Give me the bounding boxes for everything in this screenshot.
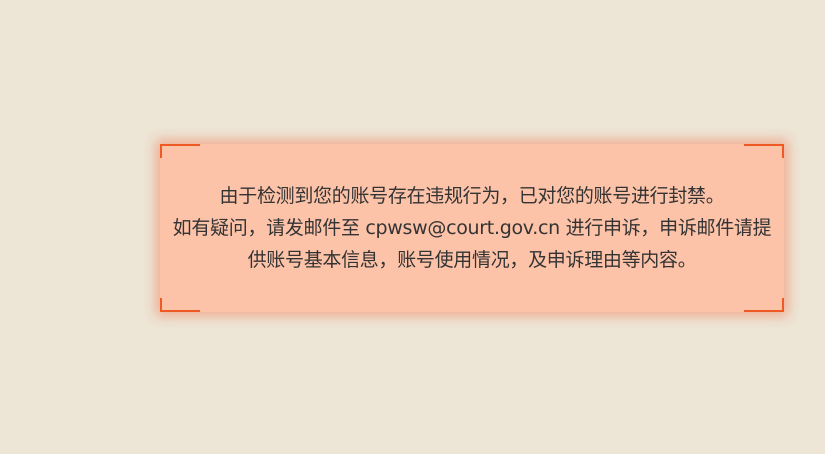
corner-bracket-top-right: [744, 144, 784, 158]
account-ban-notice: 由于检测到您的账号存在违规行为，已对您的账号进行封禁。 如有疑问，请发邮件至 c…: [160, 144, 784, 312]
corner-bracket-top-left: [160, 144, 200, 158]
corner-bracket-bottom-left: [160, 298, 200, 312]
notice-line-ban-message: 由于检测到您的账号存在违规行为，已对您的账号进行封禁。: [219, 185, 725, 207]
notice-line-appeal-email: 如有疑问，请发邮件至 cpwsw@court.gov.cn 进行申诉，申诉邮件请…: [172, 217, 772, 239]
notice-line-appeal-content: 供账号基本信息，账号使用情况，及申诉理由等内容。: [247, 249, 697, 271]
corner-bracket-bottom-right: [744, 298, 784, 312]
